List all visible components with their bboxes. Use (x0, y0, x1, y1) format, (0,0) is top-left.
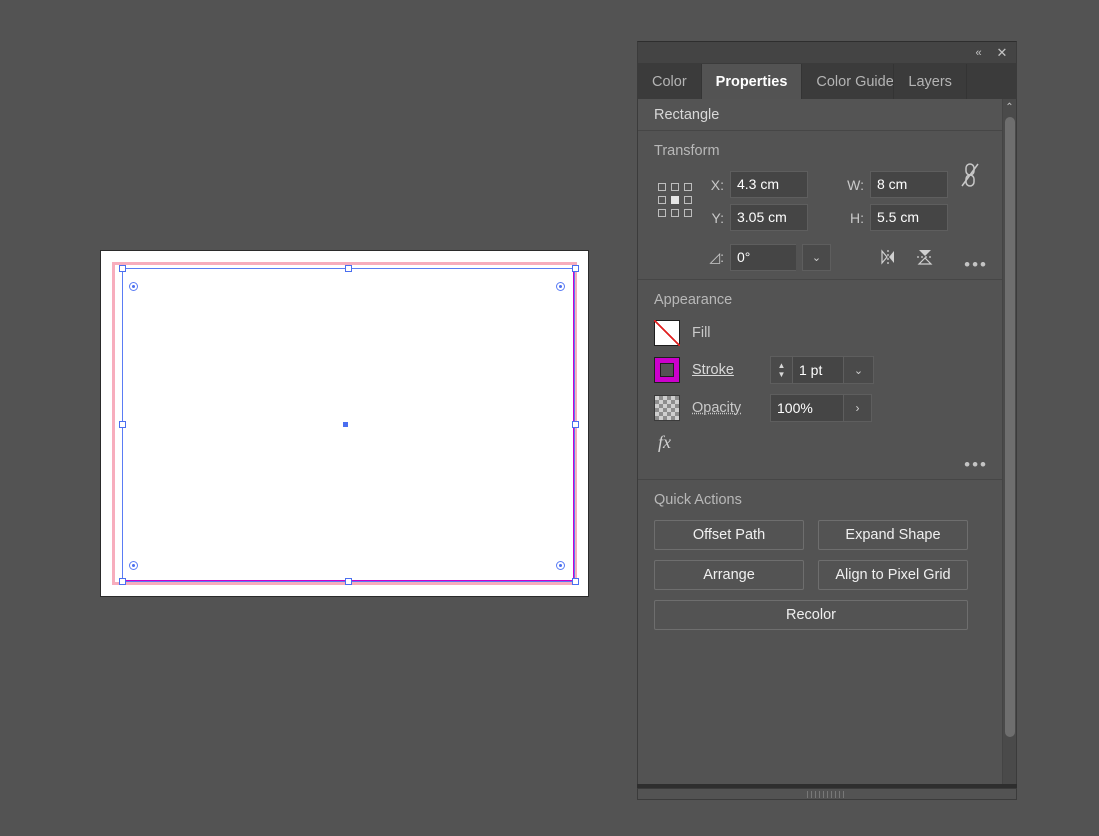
refpoint-middle-right[interactable] (684, 196, 692, 204)
offset-path-button[interactable]: Offset Path (654, 520, 804, 550)
handle-middle-left[interactable] (118, 421, 126, 428)
stroke-width-arrows-icon[interactable]: ▲ ▼ (770, 356, 792, 384)
stroke-width-down-icon[interactable]: ▼ (778, 370, 786, 379)
properties-panel: « ✕ Color Properties Color Guide Layers … (637, 41, 1017, 792)
stroke-width-stepper[interactable]: ▲ ▼ 1 pt ⌄ (770, 356, 874, 384)
stroke-row: Stroke ▲ ▼ 1 pt ⌄ (654, 356, 986, 384)
h-label: H: (850, 209, 864, 226)
opacity-row: Opacity 100% › (654, 394, 986, 422)
handle-top-right[interactable] (571, 264, 579, 272)
stroke-width-up-icon[interactable]: ▲ (778, 361, 786, 370)
panel-content: Rectangle Transform X: 4.3 cm W: 8 cm Y:… (638, 99, 1002, 791)
fill-label: Fill (692, 325, 711, 341)
rotation-angle-label: ◿: (709, 248, 724, 265)
scroll-up-icon[interactable]: ⌃ (1003, 99, 1016, 115)
height-input[interactable]: 5.5 cm (870, 204, 948, 231)
stroke-width-input[interactable]: 1 pt (792, 356, 844, 384)
tab-color-guide[interactable]: Color Guide (802, 64, 895, 99)
corner-radius-widget-top-left[interactable] (129, 282, 138, 291)
collapse-panel-icon[interactable]: « (966, 42, 990, 64)
selected-object-label: Rectangle (638, 99, 1002, 131)
quick-actions-section: Quick Actions Offset Path Expand Shape A… (638, 480, 1002, 638)
refpoint-center[interactable] (671, 196, 679, 204)
refpoint-middle-left[interactable] (658, 196, 666, 204)
corner-radius-widget-top-right[interactable] (556, 282, 565, 291)
refpoint-bottom-center[interactable] (671, 209, 679, 217)
opacity-checkerboard-icon[interactable] (654, 395, 680, 421)
fill-color-swatch[interactable] (654, 320, 680, 346)
expand-shape-button[interactable]: Expand Shape (818, 520, 968, 550)
chevron-right-icon[interactable]: › (844, 394, 872, 422)
handle-top-left[interactable] (118, 264, 126, 272)
transform-section-title: Transform (654, 143, 720, 159)
corner-radius-widget-bottom-right[interactable] (556, 561, 565, 570)
refpoint-top-center[interactable] (671, 183, 679, 191)
panel-body: ⌃ Rectangle Transform X: 4.3 cm W: 8 cm … (638, 99, 1016, 791)
recolor-button[interactable]: Recolor (654, 600, 968, 630)
flip-horizontal-button[interactable] (877, 243, 905, 271)
arrange-button[interactable]: Arrange (654, 560, 804, 590)
opacity-input[interactable]: 100% (770, 394, 844, 422)
transform-more-options-button[interactable]: ••• (964, 256, 988, 273)
panel-scrollbar[interactable]: ⌃ (1002, 99, 1016, 791)
align-to-pixel-grid-button[interactable]: Align to Pixel Grid (818, 560, 968, 590)
panel-titlebar[interactable]: « ✕ (638, 42, 1016, 64)
refpoint-bottom-left[interactable] (658, 209, 666, 217)
tab-properties[interactable]: Properties (701, 64, 803, 99)
appearance-section-title: Appearance (654, 292, 733, 308)
stroke-label[interactable]: Stroke (692, 362, 758, 378)
quick-actions-section-title: Quick Actions (654, 492, 742, 508)
x-input[interactable]: 4.3 cm (730, 171, 808, 198)
handle-middle-right[interactable] (571, 421, 579, 428)
appearance-section: Appearance Fill Stroke ▲ ▼ 1 pt ⌄ Opacit… (638, 280, 1002, 480)
canvas-workspace[interactable] (0, 0, 637, 836)
close-panel-icon[interactable]: ✕ (990, 42, 1014, 64)
y-input[interactable]: 3.05 cm (730, 204, 808, 231)
reference-point-selector[interactable] (658, 183, 692, 217)
handle-bottom-right[interactable] (571, 578, 579, 585)
stroke-color-swatch[interactable] (654, 357, 680, 383)
refpoint-top-left[interactable] (658, 183, 666, 191)
flip-vertical-button[interactable] (911, 243, 939, 271)
tab-color[interactable]: Color (638, 64, 702, 99)
corner-radius-widget-bottom-left[interactable] (129, 561, 138, 570)
opacity-control[interactable]: 100% › (770, 394, 872, 422)
opacity-label[interactable]: Opacity (692, 400, 758, 416)
fill-row: Fill (654, 320, 986, 346)
stroke-width-chevron-down-icon[interactable]: ⌄ (844, 356, 874, 384)
tab-bar-empty-space (966, 64, 1016, 99)
scrollbar-thumb[interactable] (1005, 117, 1015, 737)
handle-bottom-center[interactable] (344, 578, 352, 585)
tab-layers[interactable]: Layers (894, 64, 967, 99)
handle-bottom-left[interactable] (118, 578, 126, 585)
fx-effects-icon[interactable]: fx (658, 432, 692, 453)
width-input[interactable]: 8 cm (870, 171, 948, 198)
effects-row: fx (654, 432, 986, 453)
grip-lines-icon (807, 790, 847, 798)
appearance-more-options-button[interactable]: ••• (964, 456, 988, 473)
transform-section: Transform X: 4.3 cm W: 8 cm Y: 3.05 cm H… (638, 131, 1002, 280)
y-label: Y: (711, 209, 724, 226)
panel-tab-bar: Color Properties Color Guide Layers (638, 64, 1016, 99)
rotation-angle-input[interactable]: 0° (730, 243, 796, 271)
chevron-down-icon[interactable]: ⌄ (802, 243, 831, 271)
constrain-proportions-icon[interactable] (956, 161, 984, 189)
shape-center-point (343, 422, 348, 427)
selection-bounding-box[interactable] (122, 268, 575, 582)
x-label: X: (710, 176, 724, 193)
handle-top-center[interactable] (344, 264, 352, 272)
refpoint-bottom-right[interactable] (684, 209, 692, 217)
refpoint-top-right[interactable] (684, 183, 692, 191)
artboard[interactable] (100, 250, 589, 597)
illustrator-window: « ✕ Color Properties Color Guide Layers … (0, 0, 1099, 836)
w-label: W: (847, 176, 864, 193)
panel-resize-grip[interactable] (637, 788, 1017, 800)
